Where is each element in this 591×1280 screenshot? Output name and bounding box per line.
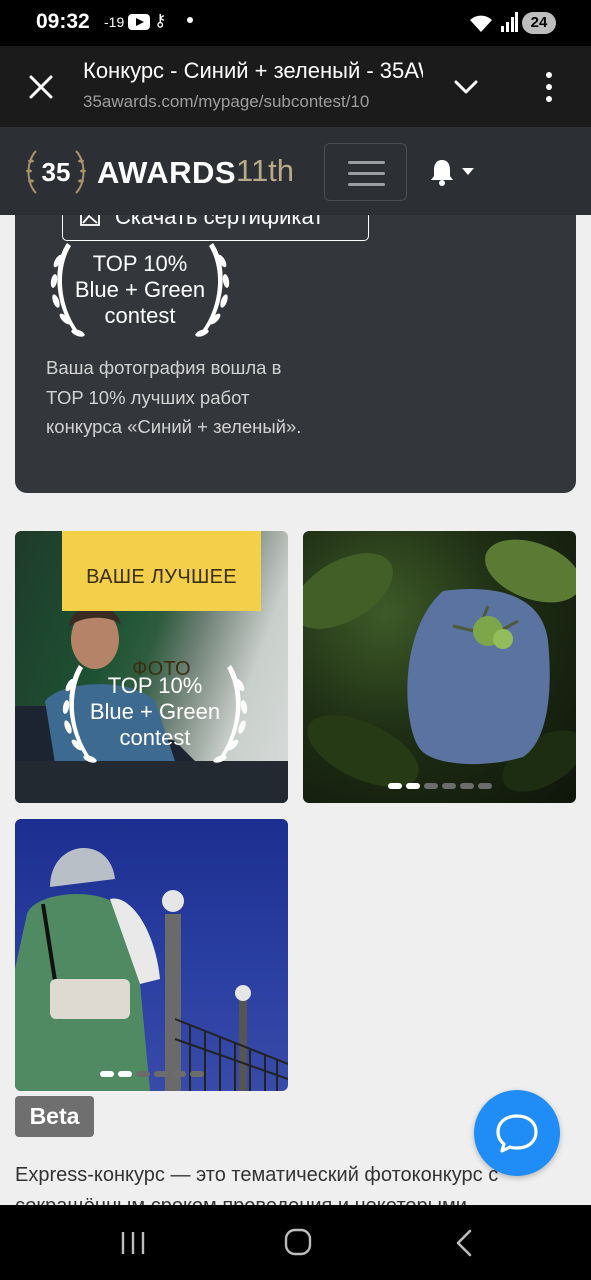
slide-dot[interactable] <box>441 782 456 789</box>
key-icon: ⚷ <box>154 11 167 30</box>
back-icon[interactable] <box>454 1229 474 1257</box>
download-certificate-label: Скачать сертификат <box>115 215 324 229</box>
system-nav-bar <box>0 1205 591 1280</box>
photo-tile-mirror[interactable] <box>303 531 576 803</box>
slide-dot[interactable] <box>153 1070 168 1077</box>
close-icon[interactable] <box>26 72 56 102</box>
slide-dot[interactable] <box>423 782 438 789</box>
badge-line1: TOP 10% <box>93 251 188 276</box>
chevron-down-icon[interactable] <box>453 74 479 100</box>
chat-bubble-icon <box>496 1114 538 1153</box>
photo-tile-best[interactable]: ВАШЕ ЛУЧШЕЕ ФОТО TOP 10% Blue + Green co… <box>15 531 288 803</box>
page-title[interactable]: Конкурс - Синий + зеленый - 35AWARDS <box>83 58 423 84</box>
download-certificate-button[interactable]: Скачать сертификат <box>62 215 369 241</box>
tile-badge-line2: Blue + Green <box>90 699 220 724</box>
street-photo <box>15 847 288 1091</box>
slide-dot[interactable] <box>459 782 474 789</box>
youtube-notification-icon <box>128 14 150 30</box>
status-bar: 09:32 -19 ⚷ 24 <box>0 0 591 46</box>
status-temperature: -19 <box>104 14 125 30</box>
status-time: 09:32 <box>36 10 90 33</box>
badge-line3: contest <box>105 303 176 328</box>
tile-badge-line3: contest <box>120 725 191 750</box>
more-vert-icon[interactable] <box>538 70 560 104</box>
browser-toolbar: Конкурс - Синий + зеленый - 35AWARDS 35a… <box>0 46 591 127</box>
beta-badge: Beta <box>15 1096 94 1137</box>
wifi-icon <box>470 15 492 32</box>
notification-dot-icon <box>187 17 193 23</box>
chat-button[interactable] <box>474 1090 560 1176</box>
best-photo-label: ВАШЕ ЛУЧШЕЕ ФОТО <box>62 531 261 680</box>
slide-dot[interactable] <box>135 1070 150 1077</box>
leaves-photo <box>303 539 576 792</box>
top10-badge: TOP 10% Blue + Green contest <box>50 243 230 337</box>
page-url[interactable]: 35awards.com/mypage/subcontest/10 <box>83 92 423 112</box>
logo-mark[interactable]: 35 <box>22 147 90 197</box>
dropdown-caret-icon <box>462 168 474 175</box>
bell-icon[interactable] <box>430 157 478 187</box>
logo-mark-text: 35 <box>42 157 71 187</box>
slide-dots <box>303 777 576 795</box>
logo-text[interactable]: AWARDS <box>97 155 236 191</box>
slide-dot[interactable] <box>405 782 420 789</box>
slide-dot[interactable] <box>171 1070 186 1077</box>
signal-icon <box>501 12 518 32</box>
site-header: 35 AWARDS 11th <box>0 127 591 215</box>
slide-dot[interactable] <box>117 1070 132 1077</box>
slide-dot[interactable] <box>189 1070 204 1077</box>
badge-line2: Blue + Green <box>75 277 205 302</box>
achievement-card: Скачать сертификат TOP 10% Blue + Green … <box>15 215 576 493</box>
achievement-text: Ваша фотография вошла в TOP 10% лучших р… <box>46 357 302 437</box>
hamburger-menu-button[interactable] <box>324 143 407 201</box>
logo-edition: 11th <box>236 153 295 188</box>
slide-dot[interactable] <box>477 782 492 789</box>
top10-badge: TOP 10% Blue + Green contest <box>62 665 248 763</box>
battery-indicator: 24 <box>522 12 556 34</box>
slide-dot[interactable] <box>99 1070 114 1077</box>
photo-tile-street[interactable] <box>15 819 288 1091</box>
slide-dots <box>15 1065 288 1083</box>
image-download-icon <box>80 215 100 226</box>
slide-dot[interactable] <box>387 782 402 789</box>
recent-apps-icon[interactable] <box>118 1230 148 1256</box>
home-icon[interactable] <box>284 1228 312 1256</box>
tile-badge-line1: TOP 10% <box>108 673 203 698</box>
